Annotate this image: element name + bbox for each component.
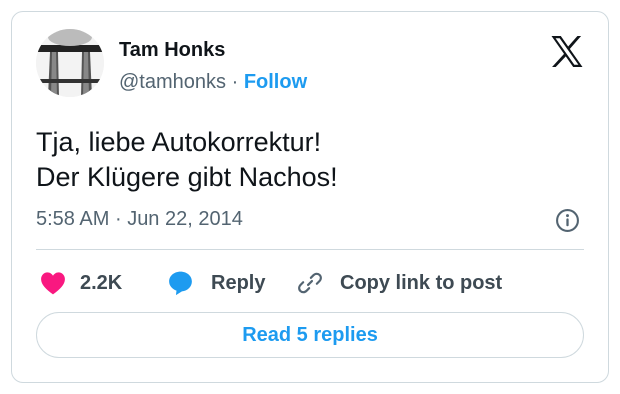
like-count: 2.2K (80, 272, 123, 294)
author-name[interactable]: Tam Honks (119, 38, 225, 62)
x-logo-icon[interactable] (550, 36, 584, 67)
info-icon[interactable] (555, 208, 580, 233)
handle-separator: · (231, 71, 239, 93)
tweet-date: Jun 22, 2014 (127, 208, 243, 230)
tweet-text-line: Der Klügere gibt Nachos! (36, 162, 338, 192)
follow-button[interactable]: Follow (244, 71, 307, 93)
speech-bubble-icon (169, 271, 192, 296)
author-handle-line: @tamhonks · Follow (119, 70, 307, 94)
reply-button[interactable]: Reply (167, 268, 265, 298)
copy-link-label: Copy link to post (340, 272, 503, 294)
link-icon (298, 272, 322, 294)
read-replies-label: Read 5 replies (242, 323, 378, 346)
reply-label: Reply (211, 272, 266, 294)
read-replies-button[interactable]: Read 5 replies (36, 312, 584, 358)
avatar[interactable] (36, 29, 104, 97)
heart-icon (41, 272, 65, 295)
tweet-text: Tja, liebe Autokorrektur! Der Klügere gi… (36, 125, 338, 195)
copy-link-button[interactable]: Copy link to post (297, 268, 502, 298)
divider (36, 249, 584, 250)
avatar-image (36, 29, 104, 97)
tweet-card: Tam Honks @tamhonks · Follow Tja, liebe … (11, 11, 609, 383)
author-handle[interactable]: @tamhonks (119, 71, 226, 93)
timestamp-separator: · (114, 208, 122, 230)
tweet-time: 5:58 AM (36, 208, 110, 230)
tweet-timestamp[interactable]: 5:58 AM · Jun 22, 2014 (36, 207, 243, 231)
tweet-text-line: Tja, liebe Autokorrektur! (36, 127, 322, 157)
like-button[interactable]: 2.2K (40, 268, 122, 298)
